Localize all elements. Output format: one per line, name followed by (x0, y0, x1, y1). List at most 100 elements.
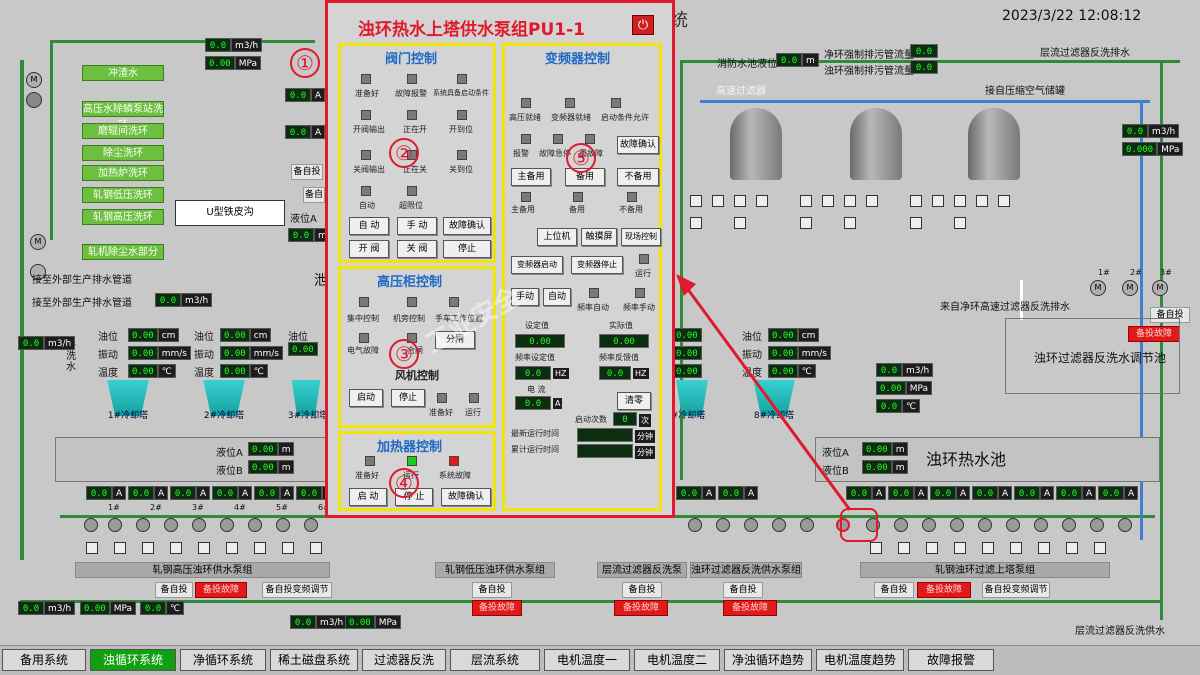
pump-icon[interactable] (248, 518, 262, 532)
valve-icon[interactable] (844, 195, 856, 207)
pump-icon[interactable] (276, 518, 290, 532)
valve-icon[interactable] (86, 542, 98, 554)
group-backup-freq[interactable]: 备自投变频调节 (262, 582, 332, 598)
group-backup-fault-3[interactable]: 备投故障 (614, 600, 668, 616)
pump-icon[interactable] (84, 518, 98, 532)
pump-icon[interactable] (1090, 518, 1104, 532)
nav-motor-trend[interactable]: 电机温度趋势 (816, 649, 904, 671)
loop-dust[interactable]: 除尘洗环 (82, 145, 164, 161)
group-backup-freq-5[interactable]: 备自投变频调节 (982, 582, 1050, 598)
group-backup-fault-2[interactable]: 备投故障 (472, 600, 522, 616)
valve-icon[interactable] (170, 542, 182, 554)
valve-icon[interactable] (910, 217, 922, 229)
valve-icon[interactable] (822, 195, 834, 207)
valve-icon[interactable] (1010, 542, 1022, 554)
pump-icon[interactable] (108, 518, 122, 532)
pump-icon[interactable] (950, 518, 964, 532)
clear-button[interactable]: 清零 (617, 392, 651, 410)
fan-stop-button[interactable]: 停止 (391, 389, 425, 407)
loop-hp-descale[interactable]: 高压水除鳞泵站洗环 (82, 101, 164, 131)
motor-icon[interactable]: M (1090, 280, 1106, 296)
valve-icon[interactable] (870, 542, 882, 554)
pump-icon[interactable] (922, 518, 936, 532)
pump-icon[interactable] (1118, 518, 1132, 532)
motor-icon[interactable]: M (26, 72, 42, 88)
vfd-stop-button[interactable]: 变频器停止 (571, 256, 623, 274)
valve-icon[interactable] (282, 542, 294, 554)
valve-icon[interactable] (1066, 542, 1078, 554)
valve-icon[interactable] (712, 195, 724, 207)
nav-rare-earth[interactable]: 稀土磁盘系统 (270, 649, 358, 671)
nav-motor-temp-2[interactable]: 电机温度二 (634, 649, 720, 671)
valve-icon[interactable] (734, 217, 746, 229)
valve-icon[interactable] (898, 542, 910, 554)
valve-icon[interactable] (690, 195, 702, 207)
valve-stop-button[interactable]: 停止 (443, 240, 491, 258)
vfd-main-standby-button[interactable]: 主备用 (511, 168, 551, 186)
valve-icon[interactable] (982, 542, 994, 554)
vfd-auto-button[interactable]: 自动 (543, 288, 571, 306)
source-host-button[interactable]: 上位机 (537, 228, 577, 246)
valve-icon[interactable] (198, 542, 210, 554)
valve-icon[interactable] (1094, 542, 1106, 554)
hv-open-button[interactable]: 分闸 (435, 331, 475, 349)
nav-backup-system[interactable]: 备用系统 (2, 649, 86, 671)
backup-auto-left2[interactable]: 备自 (303, 187, 325, 203)
group-backup-auto-3[interactable]: 备自投 (622, 582, 662, 598)
nav-cycle-trend[interactable]: 净浊循环趋势 (724, 649, 812, 671)
pump-icon[interactable] (894, 518, 908, 532)
valve-icon[interactable] (690, 217, 702, 229)
valve-icon[interactable] (866, 195, 878, 207)
pump-group-hp[interactable]: 轧钢高压浊环供水泵组 (75, 562, 330, 578)
heater-start-button[interactable]: 启 动 (349, 488, 387, 506)
nav-filter-backwash[interactable]: 过滤器反洗 (362, 649, 446, 671)
vfd-no-standby-button[interactable]: 不备用 (617, 168, 659, 186)
group-backup-auto-4[interactable]: 备自投 (723, 582, 763, 598)
valve-icon[interactable] (954, 542, 966, 554)
valve-icon[interactable] (800, 195, 812, 207)
valve-icon[interactable] (1038, 542, 1050, 554)
loop-chongzha[interactable]: 冲渣水 (82, 65, 164, 81)
nav-turbid-cycle[interactable]: 浊循环系统 (90, 649, 176, 671)
heater-fault-confirm-button[interactable]: 故障确认 (441, 488, 491, 506)
valve-auto-button[interactable]: 自 动 (349, 217, 389, 235)
nav-laminar[interactable]: 层流系统 (450, 649, 540, 671)
loop-roll-shop[interactable]: 磨辊间洗环 (82, 123, 164, 139)
valve-fault-confirm-button[interactable]: 故障确认 (443, 217, 491, 235)
valve-icon[interactable] (756, 195, 768, 207)
vfd-manual-button[interactable]: 手动 (511, 288, 539, 306)
vfd-fault-confirm-button[interactable]: 故障确认 (617, 136, 659, 154)
pump-group-lp[interactable]: 轧钢低压浊环供水泵组 (435, 562, 555, 578)
loop-mill-dust[interactable]: 轧机除尘水部分 (82, 244, 164, 260)
group-backup-auto-2[interactable]: 备自投 (472, 582, 512, 598)
valve-icon[interactable] (844, 217, 856, 229)
nav-motor-temp-1[interactable]: 电机温度一 (544, 649, 630, 671)
group-backup-fault[interactable]: 备投故障 (195, 582, 247, 598)
pump-group-backwash[interactable]: 浊环过滤器反洗供水泵组 (690, 562, 802, 578)
pump-icon[interactable] (192, 518, 206, 532)
valve-manual-button[interactable]: 手 动 (397, 217, 437, 235)
pump-icon[interactable] (1034, 518, 1048, 532)
valve-icon[interactable] (226, 542, 238, 554)
pump-icon[interactable] (304, 518, 318, 532)
pump-icon[interactable] (136, 518, 150, 532)
valve-icon[interactable] (954, 217, 966, 229)
nav-fault-alarm[interactable]: 故障报警 (908, 649, 994, 671)
motor-icon[interactable]: M (1122, 280, 1138, 296)
valve-icon[interactable] (954, 195, 966, 207)
pump-icon[interactable] (1062, 518, 1076, 532)
power-close-icon[interactable]: ⏻ (632, 15, 654, 35)
pump-icon[interactable] (164, 518, 178, 532)
valve-open-button[interactable]: 开 阀 (349, 240, 389, 258)
backup-auto-left[interactable]: 备自投 (291, 164, 323, 180)
valve-icon[interactable] (310, 542, 322, 554)
group-backup-fault-5[interactable]: 备投故障 (917, 582, 971, 598)
valve-icon[interactable] (800, 217, 812, 229)
source-field-button[interactable]: 现场控制 (621, 228, 661, 246)
valve-icon[interactable] (114, 542, 126, 554)
loop-furnace[interactable]: 加热炉洗环 (82, 165, 164, 181)
group-backup-auto[interactable]: 备自投 (155, 582, 193, 598)
valve-close-button[interactable]: 关 阀 (397, 240, 437, 258)
pump-icon[interactable] (220, 518, 234, 532)
vfd-start-button[interactable]: 变频器启动 (511, 256, 563, 274)
